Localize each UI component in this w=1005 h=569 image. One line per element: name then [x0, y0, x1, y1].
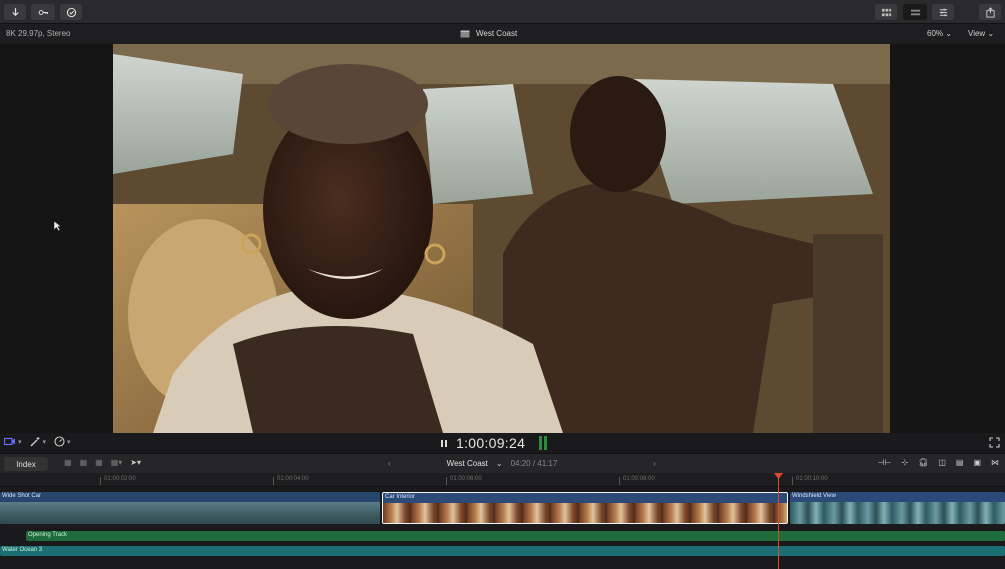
background-tasks-button[interactable] [60, 4, 82, 20]
playhead[interactable] [778, 473, 779, 569]
timeline-header: Index ▦ ▦ ▦ ▦▾ ➤▾ ‹ West Coast ⌄ 04:20 /… [0, 453, 1005, 473]
video-frame-image [113, 44, 890, 433]
timeline-ruler[interactable]: 01:00:02:00 01:00:04:00 01:00:06:00 01:0… [0, 473, 1005, 487]
audio-skimming-icon[interactable]: ⊣⊢ [878, 458, 892, 467]
clip-filmstrip [383, 503, 787, 523]
video-clip[interactable]: Wide Shot Car [0, 492, 380, 524]
project-title: West Coast [476, 29, 518, 38]
mouse-pointer-icon [53, 220, 62, 232]
inspector-icon [939, 8, 947, 16]
ruler-tick: 01:00:10:00 [796, 476, 828, 482]
effects-browser-icon[interactable]: ▣ [973, 458, 981, 467]
clip-filmstrip [790, 502, 1005, 524]
view-menu[interactable]: View ⌄ [968, 29, 994, 38]
pause-icon[interactable] [440, 439, 448, 448]
chevron-down-icon: ▾ [67, 438, 71, 446]
audio-clip-label: Water Ocean 3 [2, 547, 43, 553]
import-icon [11, 7, 19, 16]
browser-layout-button[interactable] [875, 4, 897, 20]
viewer-header: 8K 29.97p, Stereo West Coast 60% ⌄ View … [0, 24, 1005, 44]
chevron-down-icon: ▾ [42, 438, 47, 446]
viewer[interactable] [0, 44, 1005, 433]
ruler-tick: 01:00:08:00 [623, 476, 655, 482]
transport-bar: ▾ ▾ ▾ 1:00:09:24 [0, 433, 1005, 453]
keyword-button[interactable] [31, 4, 55, 20]
clapper-icon [460, 30, 470, 37]
edit-tools: ▦ ▦ ▦ ▦▾ ➤▾ [64, 458, 141, 467]
headphones-icon[interactable]: 🎧︎ [918, 458, 928, 467]
inspector-button[interactable] [932, 4, 954, 20]
solo-icon[interactable]: ◫ [938, 458, 946, 467]
clip-label: Windshield View [792, 493, 836, 499]
camera-icon [4, 437, 15, 446]
wand-icon [30, 437, 40, 447]
fullscreen-icon[interactable] [989, 437, 1000, 448]
clip-label: Wide Shot Car [2, 493, 42, 499]
timecode-value: 1:00:09:24 [456, 435, 526, 451]
tools-menu-button[interactable]: ▾ [30, 436, 47, 447]
video-clip-selected[interactable]: Car Interior [382, 492, 788, 524]
snapping-icon[interactable]: ⊹ [901, 458, 908, 467]
chevron-down-icon: ▾ [18, 438, 22, 446]
ruler-tick: 01:00:04:00 [277, 476, 309, 482]
timeline-layout-button[interactable] [903, 4, 927, 20]
background-tasks-icon [66, 7, 76, 17]
viewer-title: West Coast [460, 29, 517, 38]
speed-menu-button[interactable]: ▾ [54, 436, 71, 447]
zoom-value: 60% [927, 29, 944, 38]
timeline-project-name[interactable]: West Coast [447, 459, 488, 468]
timeline-duration: 04:20 / 41:17 [510, 459, 558, 468]
import-button[interactable] [4, 4, 26, 20]
chevron-down-icon: ⌄ [945, 29, 952, 38]
format-label: 8K 29.97p, Stereo [6, 29, 71, 38]
append-clip-icon[interactable]: ▦ [95, 458, 103, 467]
overwrite-clip-icon[interactable]: ▦▾ [111, 458, 123, 467]
keyword-icon [38, 9, 48, 15]
transitions-browser-icon[interactable]: ⋈ [991, 458, 999, 467]
index-button[interactable]: Index [4, 457, 48, 471]
ruler-tick: 01:00:06:00 [450, 476, 482, 482]
chevron-down-icon: ⌄ [987, 29, 995, 38]
view-label: View [968, 29, 986, 38]
audio-clip[interactable]: Opening Track [26, 531, 1005, 541]
chevron-down-icon[interactable]: ⌄ [496, 459, 503, 468]
insert-clip-icon[interactable]: ▦ [80, 458, 88, 467]
share-button[interactable] [979, 4, 1001, 20]
video-frame [113, 44, 890, 433]
timeline-layout-icon [910, 9, 920, 15]
video-options-button[interactable]: ▾ [4, 437, 22, 446]
audio-meters [539, 436, 548, 450]
browser-layout-icon [881, 8, 891, 16]
clip-label: Car Interior [385, 494, 416, 500]
timeline-tools-right: ⊣⊢ ⊹ 🎧︎ ◫ ▤ ▣ ⋈ [878, 458, 999, 467]
back-arrow-icon[interactable]: ‹ [388, 459, 391, 468]
audio-clip[interactable]: Water Ocean 3 [0, 546, 1005, 556]
zoom-menu[interactable]: 60% ⌄ [927, 29, 952, 38]
audio-clip-label: Opening Track [28, 532, 68, 538]
forward-arrow-icon[interactable]: › [653, 459, 656, 468]
timeline-tracks[interactable]: Wide Shot Car Car Interior Windshield Vi… [0, 487, 1005, 569]
clip-filmstrip [0, 502, 380, 524]
clip-appearance-icon[interactable]: ▤ [956, 458, 964, 467]
speedometer-icon [54, 436, 65, 447]
top-toolbar [0, 0, 1005, 24]
ruler-tick: 01:00:02:00 [104, 476, 136, 482]
timeline-nav: ‹ West Coast ⌄ 04:20 / 41:17 › [388, 459, 656, 468]
timecode-display: 1:00:09:24 [440, 435, 548, 451]
connect-clip-icon[interactable]: ▦ [64, 458, 72, 467]
select-tool-icon[interactable]: ➤▾ [130, 458, 141, 467]
share-icon [985, 6, 995, 18]
video-clip[interactable]: Windshield View [790, 492, 1005, 524]
